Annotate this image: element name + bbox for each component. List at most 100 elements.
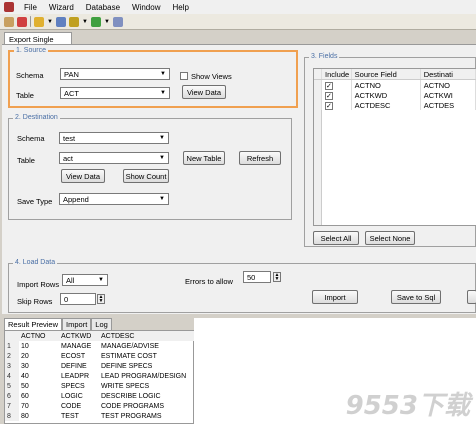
export-icon[interactable] [91,16,101,27]
cell[interactable]: TEST PROGRAMS [99,411,195,421]
table-row[interactable]: 3 30 DEFINE DEFINE SPECS [5,361,195,371]
menu-help[interactable]: Help [166,3,194,12]
source-table-label: Table [16,91,34,100]
fields-table[interactable]: Include Source Field Destinati ✓ ACTNO A… [313,68,476,226]
fields-col-include[interactable]: Include [322,69,352,79]
dest-view-data-button[interactable]: View Data [61,169,105,183]
errors-input[interactable]: 50 [243,271,271,283]
table-row[interactable]: 2 20 ECOST ESTIMATE COST [5,351,195,361]
destination-group: 2. Destination Schema test ▼ Table act ▼ N… [8,114,292,220]
save-type-value: Append [63,194,89,204]
chevron-down-icon[interactable]: ▼ [82,17,88,27]
result-col-actdesc[interactable]: ACTDESC [99,331,195,341]
fields-col-dest[interactable]: Destinati [421,69,476,79]
run-icon[interactable] [17,16,27,27]
dest-field-cell[interactable]: ACTKWI [421,90,476,100]
chevron-down-icon[interactable]: ▼ [104,17,110,27]
cell[interactable]: ESTIMATE COST [99,351,195,361]
include-checkbox[interactable]: ✓ [324,92,333,100]
fields-row[interactable]: ✓ ACTKWD ACTKWI [314,90,476,100]
tab-result-preview[interactable]: Result Preview [4,318,63,330]
result-col-actno[interactable]: ACTNO [19,331,59,341]
menu-window[interactable]: Window [126,3,166,12]
chevron-down-icon[interactable]: ▼ [47,17,53,27]
table-icon[interactable] [56,16,66,27]
cell[interactable]: SPECS [59,381,99,391]
key-icon[interactable] [69,16,79,27]
source-table-select[interactable]: ACT ▼ [60,87,170,99]
cell[interactable]: 80 [19,411,59,421]
include-cell[interactable]: ✓ [322,80,352,90]
cell[interactable]: 20 [19,351,59,361]
grid-icon[interactable] [113,16,123,27]
save-to-sql-button[interactable]: Save to Sql [391,290,441,304]
menu-wizard[interactable]: Wizard [43,3,80,12]
back-icon[interactable] [4,16,14,27]
tab-log[interactable]: Log [91,318,112,330]
cell[interactable]: LEADPR [59,371,99,381]
skip-rows-spinner[interactable]: ▲ ▼ [97,294,105,304]
include-cell[interactable]: ✓ [322,90,352,100]
refresh-button[interactable]: Refresh [239,151,281,165]
cell[interactable]: MANAGE [59,341,99,351]
import-button[interactable]: Import [312,290,358,304]
import-rows-select[interactable]: All ▼ [62,274,108,286]
cell[interactable]: 50 [19,381,59,391]
result-grid[interactable]: ACTNO ACTKWD ACTDESC 1 10 MANAGE MANAGE/ADV… [4,330,195,424]
new-table-button[interactable]: New Table [183,151,225,165]
dest-field-cell[interactable]: ACTNO [421,80,476,90]
dest-field-cell[interactable]: ACTDES [421,100,476,110]
source-schema-select[interactable]: PAN ▼ [60,68,170,80]
cell[interactable]: DEFINE SPECS [99,361,195,371]
row-number: 2 [5,351,19,361]
cell[interactable]: TEST [59,411,99,421]
source-field-cell: ACTNO [352,80,421,90]
cell[interactable]: 10 [19,341,59,351]
include-checkbox[interactable]: ✓ [324,82,333,90]
cell[interactable]: 60 [19,391,59,401]
cell[interactable]: LEAD PROGRAM/DESIGN [99,371,195,381]
cell[interactable]: WRITE SPECS [99,381,195,391]
cell[interactable]: DESCRIBE LOGIC [99,391,195,401]
errors-spinner[interactable]: ▲ ▼ [273,272,281,282]
menu-database[interactable]: Database [80,3,126,12]
cell[interactable]: LOGIC [59,391,99,401]
source-table-value: ACT [64,88,79,98]
table-row[interactable]: 8 80 TEST TEST PROGRAMS [5,411,195,421]
table-row[interactable]: 6 60 LOGIC DESCRIBE LOGIC [5,391,195,401]
extra-button[interactable] [467,290,476,304]
table-row[interactable]: 4 40 LEADPR LEAD PROGRAM/DESIGN [5,371,195,381]
skip-rows-input[interactable]: 0 [60,293,96,305]
fields-col-source[interactable]: Source Field [352,69,421,79]
show-count-button[interactable]: Show Count [123,169,169,183]
fields-row[interactable]: ✓ ACTNO ACTNO [314,80,476,90]
watermark-logo: 9553下载 [345,391,470,421]
include-cell[interactable]: ✓ [322,100,352,110]
menu-file[interactable]: File [18,3,43,12]
table-row[interactable]: 7 70 CODE CODE PROGRAMS [5,401,195,411]
fields-row[interactable]: ✓ ACTDESC ACTDES [314,100,476,110]
row-marker-column [314,110,322,225]
cell[interactable]: CODE [59,401,99,411]
tab-import[interactable]: Import [62,318,92,330]
dest-table-select[interactable]: act ▼ [59,152,169,164]
table-row[interactable]: 1 10 MANAGE MANAGE/ADVISE [5,341,195,351]
cell[interactable]: MANAGE/ADVISE [99,341,195,351]
cell[interactable]: 30 [19,361,59,371]
chevron-down-icon: ▼ [160,71,166,77]
table-row[interactable]: 5 50 SPECS WRITE SPECS [5,381,195,391]
select-none-button[interactable]: Select None [365,231,415,245]
save-type-select[interactable]: Append ▼ [59,193,169,205]
wizard-icon[interactable] [34,16,44,27]
cell[interactable]: CODE PROGRAMS [99,401,195,411]
result-col-actkwd[interactable]: ACTKWD [59,331,99,341]
show-views-checkbox[interactable] [180,72,188,80]
cell[interactable]: 70 [19,401,59,411]
cell[interactable]: DEFINE [59,361,99,371]
source-view-data-button[interactable]: View Data [182,85,226,99]
select-all-button[interactable]: Select All [313,231,359,245]
include-checkbox[interactable]: ✓ [324,102,333,110]
cell[interactable]: ECOST [59,351,99,361]
dest-schema-select[interactable]: test ▼ [59,132,169,144]
cell[interactable]: 40 [19,371,59,381]
